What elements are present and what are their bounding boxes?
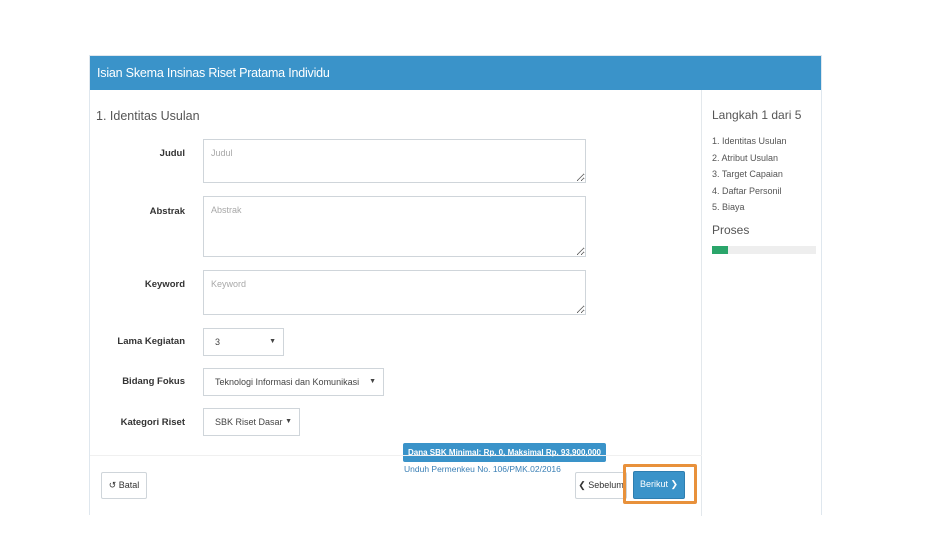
panel-body: 1. Identitas Usulan Judul Abstrak Keywor…	[90, 90, 821, 516]
keyword-field[interactable]	[203, 270, 586, 315]
panel-title: Isian Skema Insinas Riset Pratama Indivi…	[90, 56, 821, 90]
step-item: 4. Daftar Personil	[712, 185, 782, 196]
bidang-fokus-select[interactable]: Teknologi Informasi dan Komunikasi ▼	[203, 368, 384, 396]
judul-label: Judul	[159, 148, 185, 159]
chevron-down-icon: ▼	[269, 338, 276, 345]
abstrak-label: Abstrak	[149, 206, 185, 217]
section-title: 1. Identitas Usulan	[96, 109, 200, 123]
chevron-down-icon: ▼	[285, 418, 292, 425]
keyword-label: Keyword	[144, 279, 185, 290]
lama-kegiatan-value: 3	[215, 337, 221, 347]
progress-bar	[712, 246, 816, 254]
step-item: 1. Identitas Usulan	[712, 136, 787, 146]
lama-kegiatan-select[interactable]: 3 ▼	[203, 328, 284, 356]
sebelum-button[interactable]: ❮ Sebelum	[575, 472, 627, 499]
batal-label: Batal	[118, 480, 140, 490]
permenkeu-download-link[interactable]: Unduh Permenkeu No. 106/PMK.02/2016	[404, 464, 561, 474]
lama-kegiatan-label: Lama Kegiatan	[117, 336, 185, 347]
step-item: 2. Atribut Usulan	[712, 152, 779, 163]
undo-icon: ↺	[108, 480, 117, 490]
abstrak-field[interactable]	[203, 196, 586, 257]
bidang-fokus-label: Bidang Fokus	[122, 376, 185, 387]
bidang-fokus-value: Teknologi Informasi dan Komunikasi	[215, 377, 360, 387]
next-button-highlight	[623, 464, 697, 504]
form-column: 1. Identitas Usulan Judul Abstrak Keywor…	[90, 90, 702, 516]
kategori-riset-value: SBK Riset Dasar	[215, 417, 283, 427]
sebelum-label: Sebelum	[588, 480, 624, 490]
footer-divider	[90, 455, 702, 456]
step-item: 5. Biaya	[712, 202, 745, 213]
form-panel: Isian Skema Insinas Riset Pratama Indivi…	[89, 55, 822, 516]
judul-field[interactable]	[203, 139, 586, 183]
step-counter: Langkah 1 dari 5	[712, 108, 802, 122]
chevron-left-icon: ❮	[578, 480, 586, 490]
steps-sidebar: Langkah 1 dari 5 1. Identitas Usulan 2. …	[702, 90, 823, 516]
steps-list: 1. Identitas Usulan 2. Atribut Usulan 3.…	[712, 133, 787, 216]
progress-title: Proses	[712, 223, 750, 237]
kategori-riset-label: Kategori Riset	[120, 417, 185, 428]
chevron-down-icon: ▼	[369, 378, 376, 385]
batal-button[interactable]: ↺ Batal	[101, 472, 147, 499]
kategori-riset-select[interactable]: SBK Riset Dasar ▼	[203, 408, 300, 436]
sbk-info-badge: Dana SBK Minimal: Rp. 0, Maksimal Rp. 93…	[403, 443, 606, 462]
progress-bar-fill	[712, 246, 728, 254]
step-item: 3. Target Capaian	[712, 169, 783, 180]
